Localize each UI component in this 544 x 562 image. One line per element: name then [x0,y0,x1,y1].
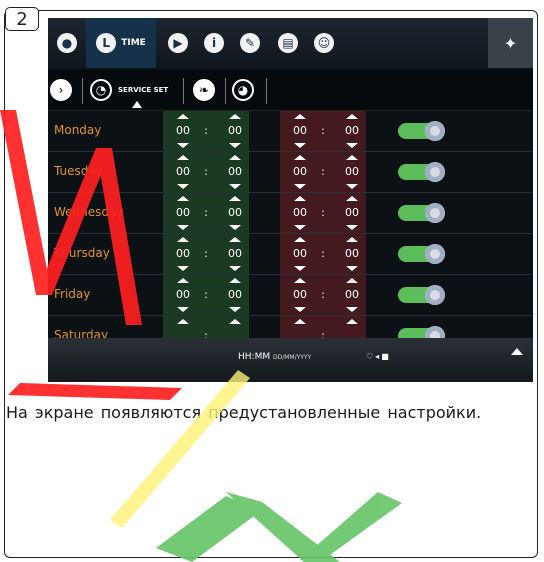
watermark-green [156,492,402,562]
watermark-red [0,110,182,400]
watermark-overlay [0,110,402,562]
